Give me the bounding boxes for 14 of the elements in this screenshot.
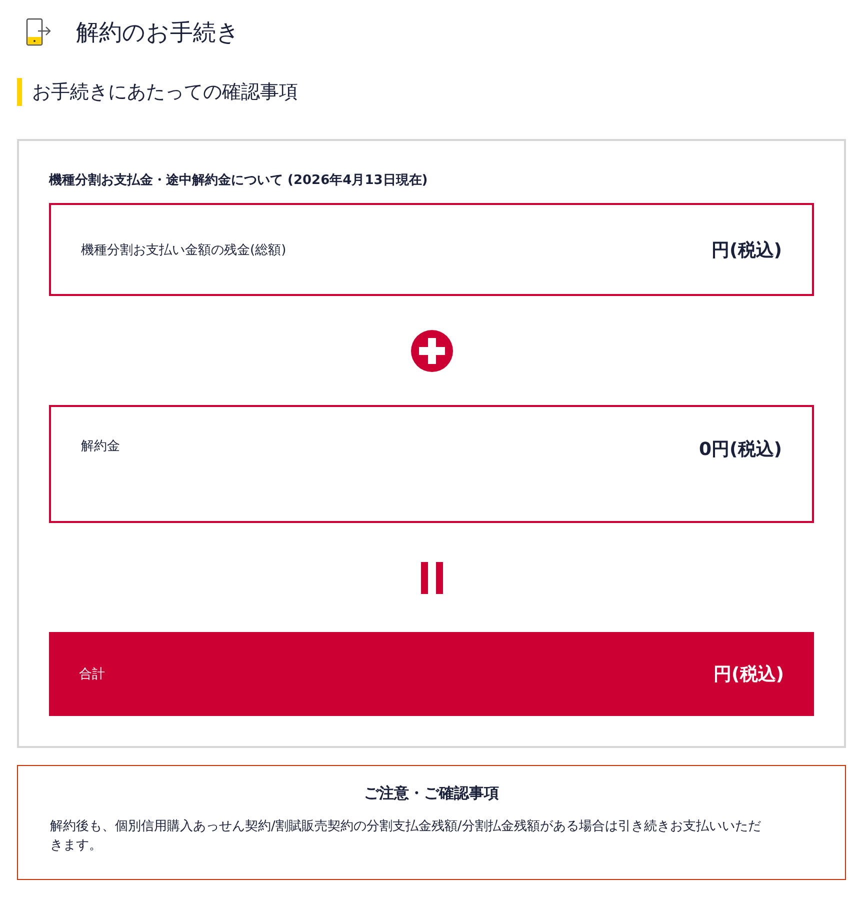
card-heading: 機種分割お支払金・途中解約金について (2026年4月13日現在) [49,172,429,189]
total-value: 円(税込) [714,663,784,686]
page-title: 解約のお手続き [76,18,240,48]
total-label: 合計 [79,666,105,683]
notice-title: ご注意・ご確認事項 [363,784,500,803]
notice-text: 解約後も、個別信用購入あっせん契約/割賦販売契約の分割支払金残額/分割払金残額がある場合は引き続きお支払いいただきます。 [50,818,762,855]
amount-label: 機種分割お支払い金額の残金(総額) [81,242,286,258]
amount-label: 解約金 [81,438,120,455]
amount-value: 0円(税込) [699,438,782,461]
amount-value: 円(税込) [712,238,782,262]
equals-icon [420,562,442,594]
section-heading: お手続きにあたっての確認事項 [17,78,846,106]
plus-icon [410,330,452,372]
phone-exit-icon [26,18,52,46]
